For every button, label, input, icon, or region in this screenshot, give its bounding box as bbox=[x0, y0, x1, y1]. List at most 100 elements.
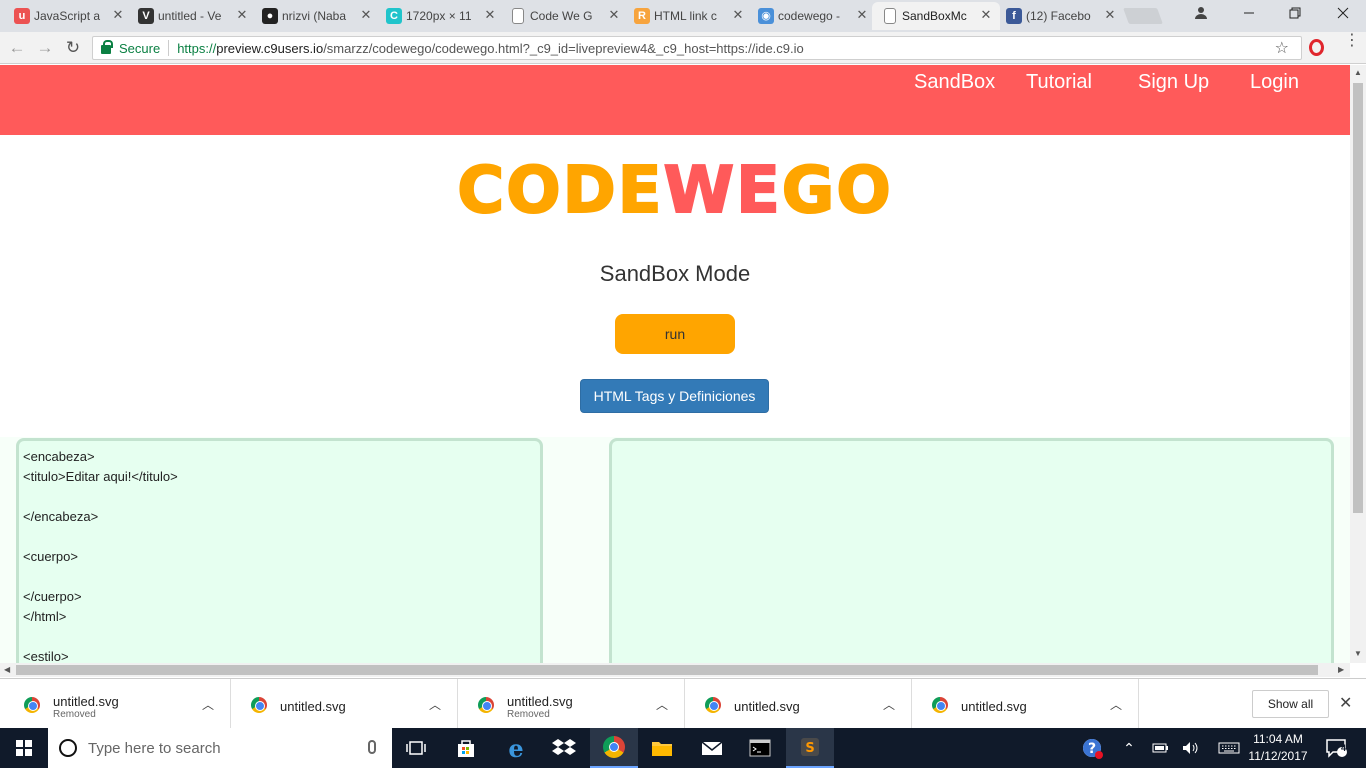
new-tab-button[interactable] bbox=[1123, 8, 1163, 24]
file-explorer-icon[interactable] bbox=[638, 728, 686, 768]
keyboard-icon[interactable] bbox=[1212, 728, 1246, 768]
profile-icon[interactable] bbox=[1178, 0, 1224, 30]
restore-icon[interactable] bbox=[1272, 0, 1318, 30]
vertical-scroll-thumb[interactable] bbox=[1353, 83, 1363, 513]
logo-part-go: GO bbox=[781, 153, 893, 229]
notification-count: 4 bbox=[1341, 743, 1347, 753]
sublime-text-icon[interactable]: S bbox=[786, 728, 834, 768]
chrome-file-icon bbox=[478, 697, 494, 713]
browser-tab[interactable]: Vuntitled - Ve ✕ bbox=[128, 2, 256, 30]
github-icon: ● bbox=[262, 8, 278, 24]
chrome-taskbar-icon[interactable] bbox=[590, 728, 638, 768]
close-shelf-icon[interactable]: ✕ bbox=[1339, 693, 1352, 713]
scroll-left-arrow-icon[interactable]: ◀ bbox=[4, 665, 10, 674]
browser-tab[interactable]: C 1720px × 11 ✕ bbox=[376, 2, 504, 30]
nav-link-tutorial[interactable]: Tutorial bbox=[1026, 71, 1092, 94]
browser-tab[interactable]: R HTML link c ✕ bbox=[624, 2, 752, 30]
start-button[interactable] bbox=[0, 728, 48, 768]
chrome-file-icon bbox=[705, 697, 721, 713]
address-bar[interactable]: Secure https://preview.c9users.io/smarzz… bbox=[92, 36, 1302, 60]
dropbox-icon[interactable] bbox=[540, 728, 588, 768]
vectr-icon: V bbox=[138, 8, 154, 24]
clock-date[interactable]: 11/12/2017 bbox=[1246, 749, 1310, 763]
canva-icon: C bbox=[386, 8, 402, 24]
opera-extension-icon[interactable] bbox=[1309, 39, 1324, 56]
page-title: SandBox Mode bbox=[599, 261, 751, 286]
notifications-icon[interactable]: 4 bbox=[1316, 728, 1356, 768]
tab-close-icon[interactable]: ✕ bbox=[978, 7, 994, 23]
tab-close-icon[interactable]: ✕ bbox=[854, 7, 870, 23]
chrome-menu-icon[interactable]: ⋮ bbox=[1344, 33, 1360, 49]
store-icon[interactable] bbox=[442, 728, 490, 768]
browser-tab[interactable]: Code We G ✕ bbox=[500, 2, 628, 30]
horizontal-scroll-thumb[interactable] bbox=[16, 665, 1318, 675]
tab-close-icon[interactable]: ✕ bbox=[482, 7, 498, 23]
nav-link-signup[interactable]: Sign Up bbox=[1138, 71, 1209, 94]
download-status: Removed bbox=[53, 709, 96, 720]
volume-icon[interactable] bbox=[1176, 728, 1206, 768]
scroll-right-arrow-icon[interactable]: ▶ bbox=[1338, 665, 1344, 674]
vertical-scrollbar[interactable]: ▲ ▼ bbox=[1350, 65, 1366, 663]
download-item[interactable]: untitled.svg ︿ bbox=[912, 679, 1139, 729]
show-all-downloads-button[interactable]: Show all bbox=[1252, 690, 1329, 718]
microphone-icon[interactable] bbox=[368, 740, 376, 754]
tab-title: (12) Facebo bbox=[1026, 9, 1091, 23]
download-filename: untitled.svg bbox=[734, 699, 800, 714]
taskbar-search[interactable]: Type here to search bbox=[48, 728, 392, 768]
horizontal-scrollbar[interactable]: ◀ ▶ bbox=[0, 663, 1350, 677]
browser-tab[interactable]: u JavaScript a ✕ bbox=[4, 2, 132, 30]
chevron-up-icon[interactable]: ︿ bbox=[202, 696, 214, 713]
download-item[interactable]: untitled.svg ︿ bbox=[231, 679, 458, 729]
download-item[interactable]: untitled.svg Removed ︿ bbox=[458, 679, 685, 729]
page-viewport: SandBox Tutorial Sign Up Login CODEWEGO … bbox=[0, 65, 1350, 663]
task-view-icon[interactable] bbox=[392, 728, 440, 768]
secure-label: Secure bbox=[119, 40, 161, 56]
chevron-up-icon[interactable]: ︿ bbox=[656, 696, 668, 713]
chevron-up-icon[interactable]: ⌃ bbox=[1112, 728, 1146, 768]
download-filename: untitled.svg bbox=[53, 694, 119, 709]
scroll-down-arrow-icon[interactable]: ▼ bbox=[1354, 649, 1362, 658]
nav-link-sandbox[interactable]: SandBox bbox=[914, 71, 995, 94]
browser-tab[interactable]: f (12) Facebo ✕ bbox=[996, 2, 1124, 30]
window-close-icon[interactable] bbox=[1320, 0, 1366, 30]
tab-close-icon[interactable]: ✕ bbox=[110, 7, 126, 23]
tab-title: SandBoxMc bbox=[902, 9, 967, 23]
browser-tab[interactable]: ● nrizvi (Naba ✕ bbox=[252, 2, 380, 30]
download-filename: untitled.svg bbox=[961, 699, 1027, 714]
browser-tab[interactable]: ◉ codewego - ✕ bbox=[748, 2, 876, 30]
code-editor[interactable] bbox=[16, 438, 543, 663]
minimize-icon[interactable] bbox=[1226, 0, 1272, 30]
chevron-up-icon[interactable]: ︿ bbox=[1110, 696, 1122, 713]
reload-button[interactable]: ↻ bbox=[62, 37, 84, 59]
browser-tab[interactable]: SandBoxMc ✕ bbox=[872, 2, 1000, 30]
chevron-up-icon[interactable]: ︿ bbox=[429, 696, 441, 713]
tab-close-icon[interactable]: ✕ bbox=[1102, 7, 1118, 23]
logo-part-we: WE bbox=[662, 153, 782, 229]
tab-close-icon[interactable]: ✕ bbox=[234, 7, 250, 23]
download-item[interactable]: untitled.svg Removed ︿ bbox=[4, 679, 231, 729]
scroll-up-arrow-icon[interactable]: ▲ bbox=[1354, 68, 1362, 77]
page-icon bbox=[512, 8, 524, 24]
tab-close-icon[interactable]: ✕ bbox=[730, 7, 746, 23]
run-button[interactable]: run bbox=[615, 314, 735, 354]
cortana-icon bbox=[59, 739, 77, 757]
mail-icon[interactable] bbox=[688, 728, 736, 768]
download-item[interactable]: untitled.svg ︿ bbox=[685, 679, 912, 729]
bookmark-star-icon[interactable]: ☆ bbox=[1275, 38, 1289, 58]
omnibox-divider bbox=[168, 40, 170, 56]
tab-title: codewego - bbox=[778, 9, 841, 23]
html-tags-button[interactable]: HTML Tags y Definiciones bbox=[580, 379, 769, 413]
terminal-icon[interactable] bbox=[736, 728, 784, 768]
nav-link-login[interactable]: Login bbox=[1250, 71, 1299, 94]
battery-icon[interactable] bbox=[1146, 728, 1176, 768]
url-text[interactable]: https://preview.c9users.io/smarzz/codewe… bbox=[177, 41, 804, 56]
forward-button[interactable]: → bbox=[34, 37, 56, 59]
windows-taskbar: Type here to search e S ? ⌃ 11:04 AM 11/… bbox=[0, 728, 1366, 768]
chevron-up-icon[interactable]: ︿ bbox=[883, 696, 895, 713]
back-button[interactable]: ← bbox=[6, 37, 28, 59]
clock-time[interactable]: 11:04 AM bbox=[1246, 732, 1310, 746]
tab-close-icon[interactable]: ✕ bbox=[358, 7, 374, 23]
tab-close-icon[interactable]: ✕ bbox=[606, 7, 622, 23]
help-tray-icon[interactable]: ? bbox=[1072, 728, 1112, 768]
edge-icon[interactable]: e bbox=[492, 728, 540, 768]
